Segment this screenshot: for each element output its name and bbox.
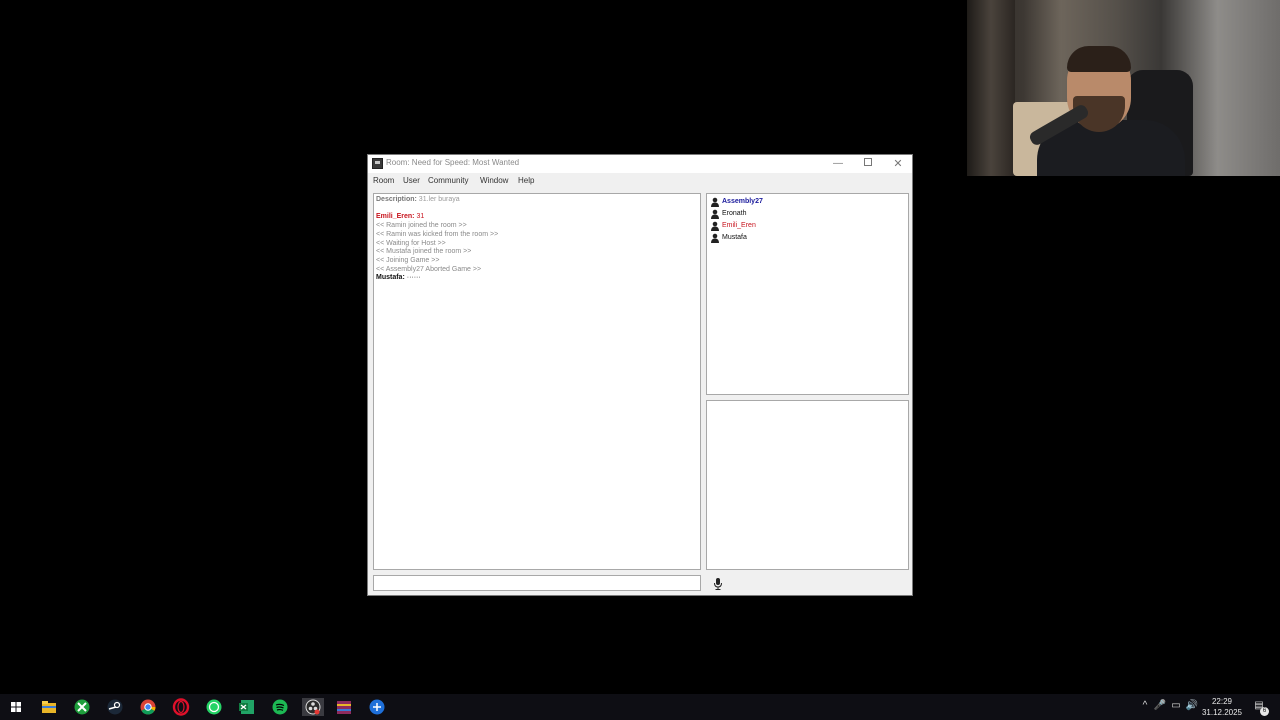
clock-date: 31.12.2025 [1201, 708, 1243, 717]
xbox-icon[interactable] [73, 698, 91, 716]
user-icon [711, 233, 719, 243]
taskbar: ^ 🎤 ▭ 🔊 22:29 31.12.2025 ▤ 6 [0, 694, 1280, 720]
chat-log[interactable]: Description: 31.ler buraya Emili_Eren: 3… [373, 193, 701, 570]
user-icon [711, 209, 719, 219]
menu-help[interactable]: Help [518, 176, 534, 185]
chat-input[interactable] [373, 575, 701, 591]
user-icon [711, 197, 719, 207]
title-bar[interactable]: Room: Need for Speed: Most Wanted — ✕ [368, 155, 912, 173]
whatsapp-icon[interactable] [205, 698, 223, 716]
webcam-overlay [967, 0, 1280, 176]
clock-time: 22:29 [1211, 697, 1233, 706]
winrar-icon[interactable] [335, 698, 353, 716]
chat-event: << Waiting for Host >> [376, 240, 446, 247]
maximize-button[interactable] [853, 155, 883, 173]
desktop: Room: Need for Speed: Most Wanted — ✕ Ro… [0, 0, 1280, 694]
menu-user[interactable]: User [403, 176, 420, 185]
chat-event: << Ramin joined the room >> [376, 222, 467, 229]
chat-message-user: Mustafa: [376, 274, 405, 281]
opera-icon[interactable] [172, 698, 190, 716]
microphone-icon[interactable] [713, 578, 723, 590]
chat-event: << Joining Game >> [376, 257, 440, 264]
steam-icon[interactable] [106, 698, 124, 716]
user-name: Mustafa [722, 234, 747, 241]
description-value: 31.ler buraya [418, 196, 460, 203]
spotify-icon[interactable] [271, 698, 289, 716]
user-info-panel [706, 400, 909, 570]
webcam-person-hair [1067, 46, 1131, 72]
chat-message-text: ······ [406, 274, 421, 281]
menu-community[interactable]: Community [428, 176, 468, 185]
chat-event: << Ramin was kicked from the room >> [376, 231, 499, 238]
chat-message: Mustafa: ······ [376, 274, 421, 281]
menu-window[interactable]: Window [480, 176, 508, 185]
app-icon [372, 158, 383, 169]
chat-message: Emili_Eren: 31 [376, 213, 424, 220]
description-label: Description: [376, 196, 417, 203]
room-window: Room: Need for Speed: Most Wanted — ✕ Ro… [367, 154, 913, 596]
chat-event: << Assembly27 Aborted Game >> [376, 266, 482, 273]
room-description: Description: 31.ler buraya [376, 196, 460, 203]
chat-message-text: 31 [416, 213, 425, 220]
chat-message-user: Emili_Eren: [376, 213, 415, 220]
user-name: Assembly27 [722, 198, 763, 205]
user-list: Assembly27 Eronath Emili_Eren Mustafa [706, 193, 909, 395]
notification-badge: 6 [1260, 707, 1269, 716]
excel-icon[interactable] [238, 698, 256, 716]
user-name: Emili_Eren [722, 222, 756, 229]
close-button[interactable]: ✕ [883, 155, 913, 173]
window-title: Room: Need for Speed: Most Wanted [386, 158, 520, 167]
user-name: Eronath [722, 210, 747, 217]
minimize-button[interactable]: — [823, 155, 853, 173]
user-icon [711, 221, 719, 231]
menu-bar: Room User Community Window Help [368, 173, 912, 189]
maximize-icon [864, 158, 872, 167]
show-hidden-icons-icon[interactable]: ^ [1138, 699, 1152, 713]
app-blue-icon[interactable] [368, 698, 386, 716]
webcam-curtain [967, 0, 1015, 176]
microphone-tray-icon[interactable]: 🎤 [1153, 699, 1167, 713]
chat-event: << Mustafa joined the room >> [376, 248, 472, 255]
system-clock[interactable]: 22:29 31.12.2025 [1196, 696, 1248, 718]
file-explorer-icon[interactable] [40, 698, 58, 716]
obs-icon[interactable] [302, 698, 324, 716]
chrome-icon[interactable] [139, 698, 157, 716]
windows-start-icon[interactable] [7, 698, 25, 716]
menu-room[interactable]: Room [373, 176, 394, 185]
network-icon[interactable]: ▭ [1169, 699, 1183, 713]
